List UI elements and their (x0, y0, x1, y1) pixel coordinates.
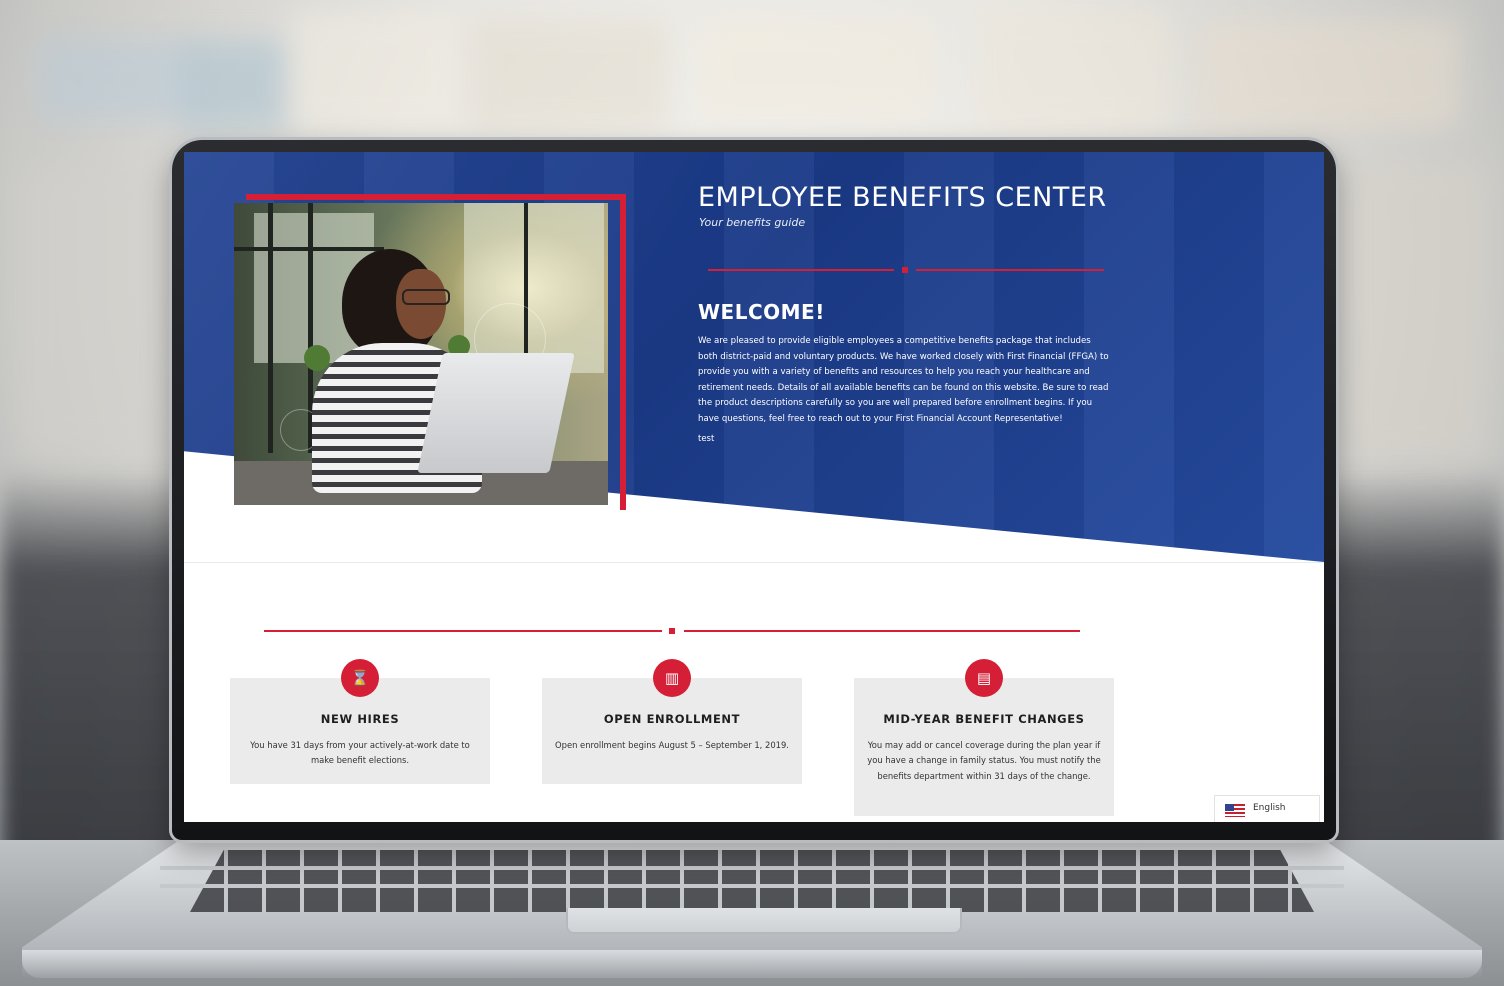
hourglass-icon: ⌛ (341, 659, 379, 697)
card-body: Open enrollment begins August 5 – Septem… (555, 740, 789, 750)
card-title: NEW HIRES (320, 712, 400, 726)
cards-divider-dot (669, 628, 675, 634)
card-body: You have 31 days from your actively-at-w… (250, 740, 470, 766)
page-title: EMPLOYEE BENEFITS CENTER (698, 182, 1107, 213)
hero-divider-right (916, 269, 1104, 271)
welcome-extra-text: test (698, 434, 715, 444)
welcome-heading: WELCOME! (698, 300, 825, 324)
card-title: MID-YEAR BENEFIT CHANGES (883, 712, 1085, 726)
card-title: OPEN ENROLLMENT (603, 712, 741, 726)
keyboard-row-gap (160, 884, 1344, 888)
language-selector[interactable]: English (1214, 795, 1320, 822)
laptop-screen: EMPLOYEE BENEFITS CENTER Your benefits g… (184, 152, 1324, 822)
document-icon: ▤ (965, 659, 1003, 697)
language-label: English (1253, 803, 1286, 813)
section-separator (184, 562, 1324, 563)
laptop-trackpad (566, 908, 962, 934)
page-subtitle: Your benefits guide (699, 216, 806, 229)
book-icon: ▥ (653, 659, 691, 697)
card-mid-year-changes[interactable]: MID-YEAR BENEFIT CHANGES You may add or … (854, 678, 1114, 816)
cards-divider-left (264, 630, 662, 632)
hero-divider-dot (902, 267, 908, 273)
keyboard-row-gap (160, 866, 1344, 870)
hero-divider-left (708, 269, 894, 271)
laptop-base-edge (22, 950, 1482, 978)
card-body: You may add or cancel coverage during th… (867, 740, 1101, 781)
laptop-keyboard (190, 850, 1314, 912)
us-flag-icon (1225, 804, 1245, 817)
hero-photo (234, 203, 608, 505)
welcome-paragraph: We are pleased to provide eligible emplo… (698, 336, 1109, 424)
cards-divider-right (684, 630, 1080, 632)
